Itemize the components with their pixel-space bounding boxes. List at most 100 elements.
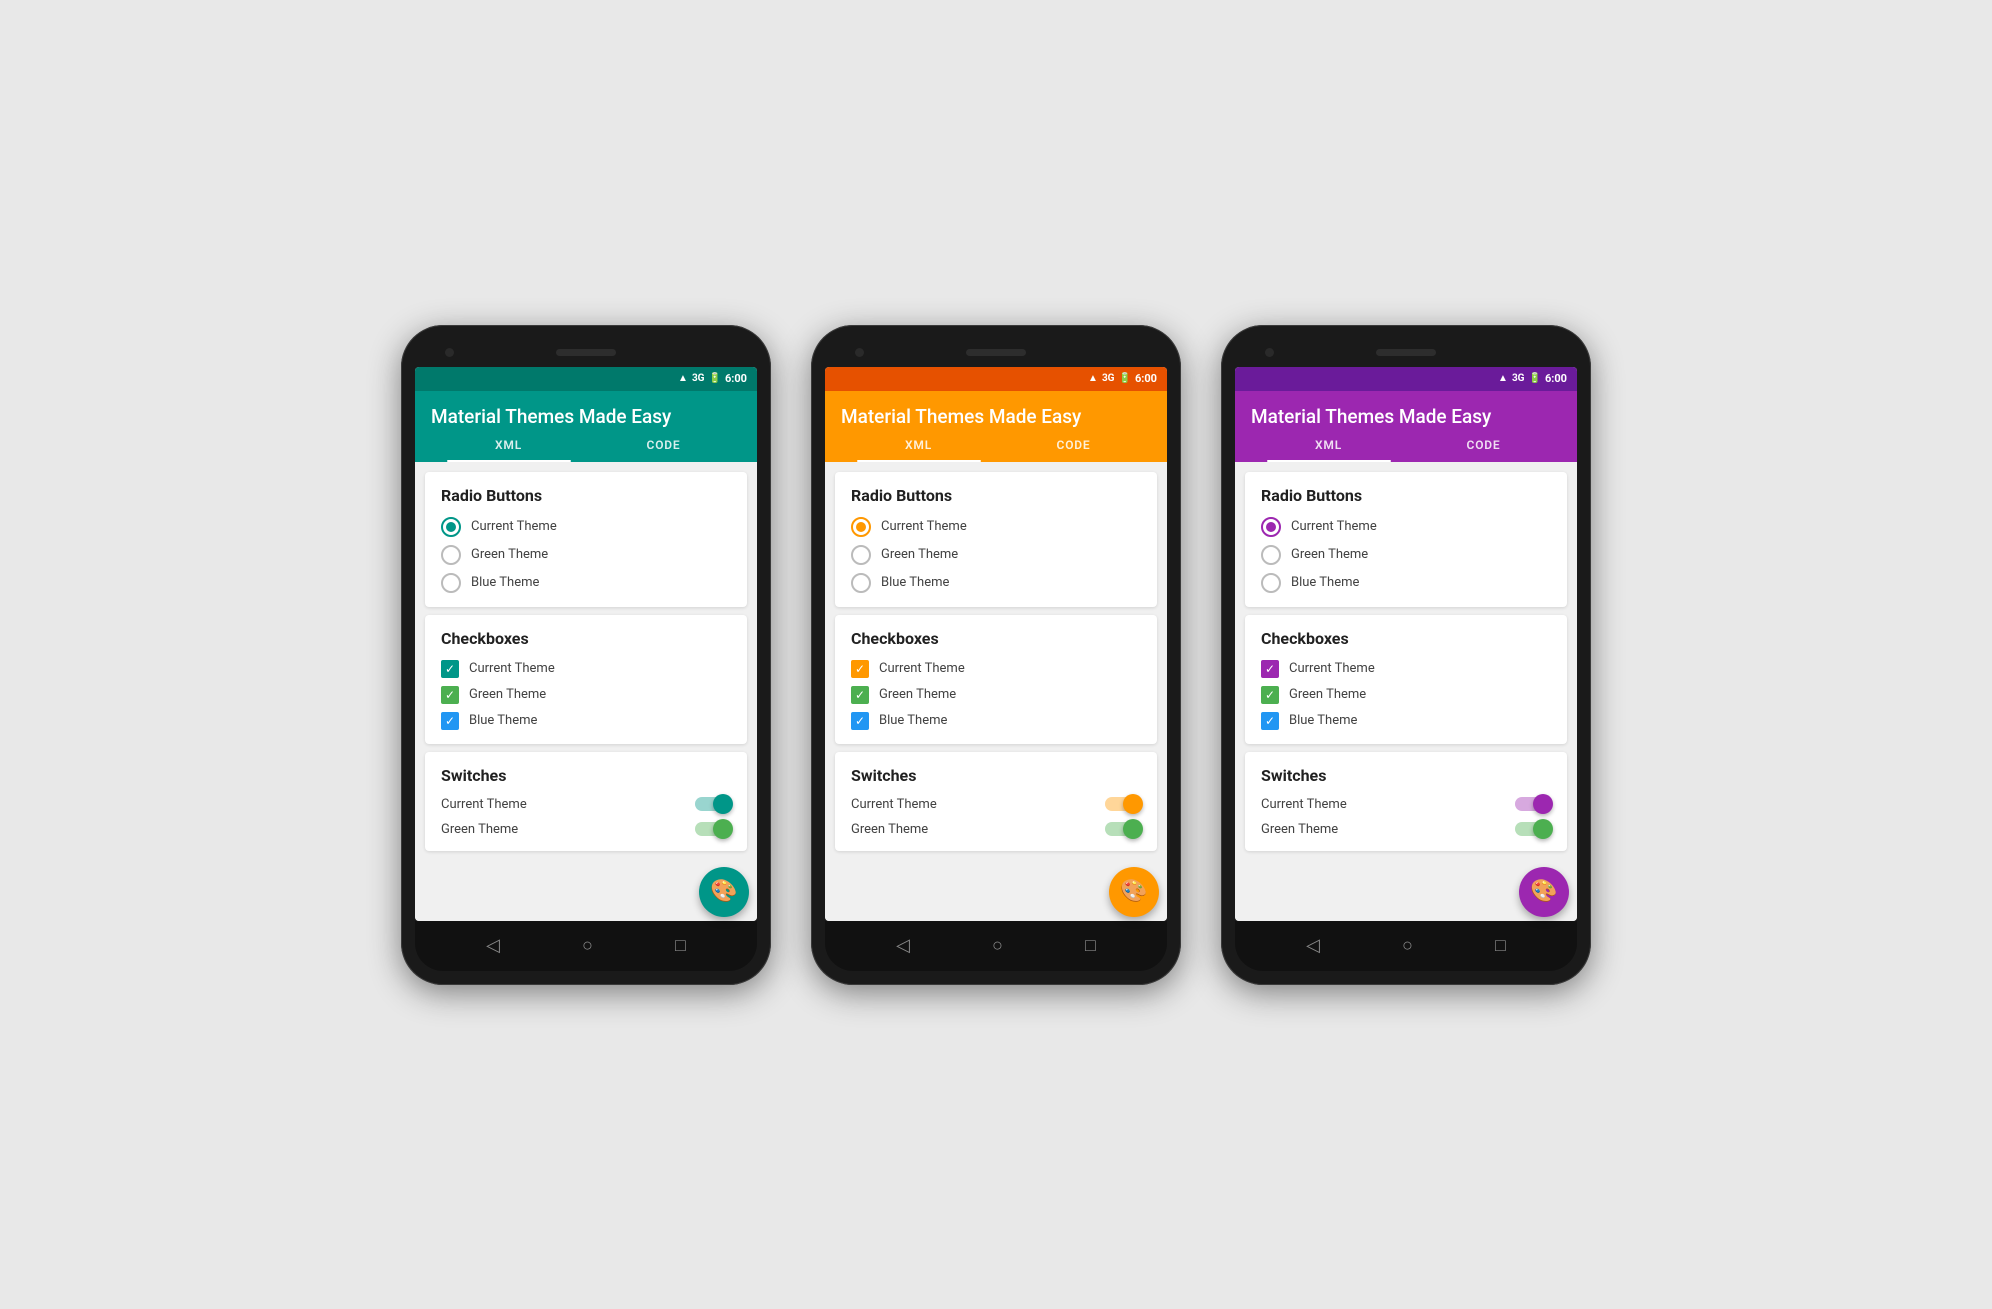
tab-xml[interactable]: XML xyxy=(841,438,996,462)
switch-track[interactable] xyxy=(1105,822,1141,836)
phone-camera xyxy=(1265,348,1274,357)
nav-back-icon[interactable]: ◁ xyxy=(1306,935,1320,956)
radio-button[interactable] xyxy=(1261,517,1281,537)
radio-item[interactable]: Current Theme xyxy=(1261,517,1551,537)
radio-button[interactable] xyxy=(851,517,871,537)
phone-top-bar xyxy=(1235,339,1577,367)
radio-button[interactable] xyxy=(851,545,871,565)
radio-item[interactable]: Blue Theme xyxy=(441,573,731,593)
fab-button[interactable]: 🎨 xyxy=(1519,867,1569,917)
app-bar: Material Themes Made EasyXMLCODE xyxy=(825,391,1167,462)
radio-item[interactable]: Blue Theme xyxy=(851,573,1141,593)
radio-item[interactable]: Green Theme xyxy=(1261,545,1551,565)
card-radio: Radio ButtonsCurrent ThemeGreen ThemeBlu… xyxy=(425,472,747,607)
checkbox-box[interactable]: ✓ xyxy=(1261,686,1279,704)
switch-track[interactable] xyxy=(1105,797,1141,811)
checkbox-item[interactable]: ✓Current Theme xyxy=(1261,660,1551,678)
app-title: Material Themes Made Easy xyxy=(1251,405,1561,428)
nav-recents-icon[interactable]: □ xyxy=(675,935,686,956)
checkbox-item[interactable]: ✓Green Theme xyxy=(851,686,1141,704)
radio-label: Current Theme xyxy=(1291,519,1377,534)
checkbox-box[interactable]: ✓ xyxy=(441,686,459,704)
card-checkbox: Checkboxes ✓Current Theme ✓Green Theme ✓Blu… xyxy=(835,615,1157,744)
radio-title: Radio Buttons xyxy=(851,486,1141,505)
radio-label: Green Theme xyxy=(471,547,548,562)
battery-icon: 🔋 xyxy=(709,373,721,384)
checkbox-item[interactable]: ✓Blue Theme xyxy=(1261,712,1551,730)
checkbox-box[interactable]: ✓ xyxy=(1261,660,1279,678)
phone-screen: ▲ 3G 🔋 6:00 Material Themes Made EasyXML… xyxy=(825,367,1167,921)
phone-screen: ▲ 3G 🔋 6:00 Material Themes Made EasyXML… xyxy=(415,367,757,921)
switch-item[interactable]: Green Theme xyxy=(1261,822,1551,837)
status-icons: ▲ 3G 🔋 6:00 xyxy=(1498,372,1567,385)
checkbox-box[interactable]: ✓ xyxy=(441,712,459,730)
switch-item[interactable]: Green Theme xyxy=(441,822,731,837)
checkbox-box[interactable]: ✓ xyxy=(441,660,459,678)
tab-xml[interactable]: XML xyxy=(1251,438,1406,462)
radio-button[interactable] xyxy=(1261,573,1281,593)
switch-label: Current Theme xyxy=(1261,797,1347,812)
radio-button[interactable] xyxy=(441,573,461,593)
nav-recents-icon[interactable]: □ xyxy=(1085,935,1096,956)
radio-button[interactable] xyxy=(851,573,871,593)
nav-home-icon[interactable]: ○ xyxy=(1402,935,1413,956)
phone-speaker xyxy=(966,349,1026,356)
tab-xml[interactable]: XML xyxy=(431,438,586,462)
card-switch: SwitchesCurrent ThemeGreen Theme xyxy=(835,752,1157,851)
radio-item[interactable]: Green Theme xyxy=(441,545,731,565)
nav-back-icon[interactable]: ◁ xyxy=(486,935,500,956)
app-bar: Material Themes Made EasyXMLCODE xyxy=(415,391,757,462)
card-checkbox: Checkboxes✓Current Theme✓Green Theme✓Blu… xyxy=(425,615,747,744)
switch-item[interactable]: Current Theme xyxy=(851,797,1141,812)
checkbox-label: Green Theme xyxy=(1289,687,1366,702)
checkbox-item[interactable]: ✓ Green Theme xyxy=(1261,686,1551,704)
checkbox-item[interactable]: ✓Blue Theme xyxy=(441,712,731,730)
card-radio: Radio ButtonsCurrent ThemeGreen ThemeBlu… xyxy=(1245,472,1567,607)
fab-button[interactable]: 🎨 xyxy=(1109,867,1159,917)
radio-button[interactable] xyxy=(441,545,461,565)
status-icons: ▲ 3G 🔋 6:00 xyxy=(678,372,747,385)
checkbox-item[interactable]: ✓Current Theme xyxy=(441,660,731,678)
radio-label: Green Theme xyxy=(881,547,958,562)
checkbox-box[interactable]: ✓ xyxy=(851,660,869,678)
switch-item[interactable]: Green Theme xyxy=(851,822,1141,837)
switch-track[interactable] xyxy=(695,822,731,836)
switch-track[interactable] xyxy=(1515,797,1551,811)
switch-label: Green Theme xyxy=(441,822,518,837)
switch-thumb xyxy=(713,794,733,814)
nav-back-icon[interactable]: ◁ xyxy=(896,935,910,956)
checkbox-item[interactable]: ✓Current Theme xyxy=(851,660,1141,678)
radio-item[interactable]: Green Theme xyxy=(851,545,1141,565)
phone-top-bar xyxy=(825,339,1167,367)
checkbox-box[interactable]: ✓ xyxy=(851,686,869,704)
radio-item[interactable]: Blue Theme xyxy=(1261,573,1551,593)
nav-recents-icon[interactable]: □ xyxy=(1495,935,1506,956)
switch-thumb xyxy=(1123,794,1143,814)
radio-button[interactable] xyxy=(1261,545,1281,565)
checkbox-item[interactable]: ✓Blue Theme xyxy=(851,712,1141,730)
battery-icon: 🔋 xyxy=(1529,373,1541,384)
tab-code[interactable]: CODE xyxy=(1406,438,1561,462)
radio-button[interactable] xyxy=(441,517,461,537)
tab-code[interactable]: CODE xyxy=(996,438,1151,462)
tab-code[interactable]: CODE xyxy=(586,438,741,462)
switch-item[interactable]: Current Theme xyxy=(1261,797,1551,812)
switch-item[interactable]: Current Theme xyxy=(441,797,731,812)
switch-track[interactable] xyxy=(1515,822,1551,836)
status-time: 6:00 xyxy=(1545,372,1567,385)
nav-home-icon[interactable]: ○ xyxy=(992,935,1003,956)
nav-home-icon[interactable]: ○ xyxy=(582,935,593,956)
checkbox-box[interactable]: ✓ xyxy=(1261,712,1279,730)
checkbox-title: Checkboxes xyxy=(851,629,1141,648)
switch-title: Switches xyxy=(441,766,731,785)
radio-item[interactable]: Current Theme xyxy=(441,517,731,537)
fab-button[interactable]: 🎨 xyxy=(699,867,749,917)
wifi-icon: ▲ xyxy=(1088,373,1098,384)
radio-item[interactable]: Current Theme xyxy=(851,517,1141,537)
network-icon: 3G xyxy=(692,373,705,384)
checkbox-box[interactable]: ✓ xyxy=(851,712,869,730)
switch-track[interactable] xyxy=(695,797,731,811)
card-checkbox: Checkboxes✓Current Theme✓Green Theme✓Blu… xyxy=(1245,615,1567,744)
phone-top-bar xyxy=(415,339,757,367)
checkbox-item[interactable]: ✓Green Theme xyxy=(441,686,731,704)
